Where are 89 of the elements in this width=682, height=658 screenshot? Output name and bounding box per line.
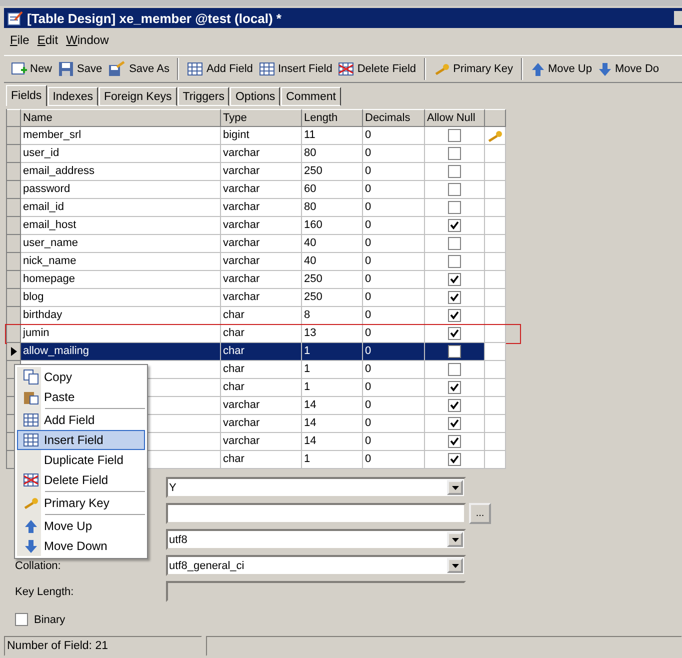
up-arrow-icon <box>530 62 545 76</box>
add-field-icon <box>23 412 39 428</box>
browse-button[interactable]: ... <box>469 503 491 524</box>
toolbar-button[interactable]: Move Do <box>595 62 662 76</box>
checkbox[interactable] <box>15 613 28 626</box>
down-arrow-icon <box>598 62 612 76</box>
menu-item[interactable]: Move Down <box>17 536 145 556</box>
dropdown-button[interactable] <box>447 532 463 547</box>
delete-field-icon <box>338 61 354 77</box>
table-cell: char <box>221 451 302 469</box>
toolbar-button[interactable]: Add Field <box>184 61 256 77</box>
dropdown-arrow-icon <box>452 564 458 568</box>
toolbar-button[interactable]: Insert Field <box>256 61 336 77</box>
checkbox[interactable] <box>448 381 461 394</box>
dropdown-arrow-icon <box>452 486 458 490</box>
column-header: Type <box>221 109 302 127</box>
toolbar-button[interactable]: Save <box>55 61 106 77</box>
paste-icon <box>23 389 39 405</box>
menu-item[interactable]: Move Up <box>17 516 145 536</box>
checkbox[interactable] <box>448 291 461 304</box>
dropdown-field[interactable]: utf8_general_ci <box>166 555 466 576</box>
checkbox[interactable] <box>448 147 461 160</box>
save-as-icon <box>108 61 126 77</box>
checkbox[interactable] <box>448 399 461 412</box>
insert-field-icon <box>258 61 275 77</box>
toolbar-button[interactable]: Primary Key <box>431 63 516 75</box>
current-row-icon <box>10 347 16 356</box>
input-field[interactable] <box>166 503 466 524</box>
insert-field-icon <box>23 432 39 448</box>
dropdown-button[interactable] <box>447 480 463 495</box>
tab[interactable]: Options <box>230 87 280 106</box>
down-arrow-icon <box>24 538 38 554</box>
checkbox[interactable] <box>448 453 461 466</box>
toolbar-button[interactable]: Save As <box>105 61 172 77</box>
status-text: Number of Field: 21 <box>4 636 202 656</box>
tab[interactable]: Comment <box>281 87 341 106</box>
toolbar-button[interactable]: New <box>8 61 56 77</box>
menu-item[interactable]: Add Field <box>17 410 145 430</box>
checkbox[interactable] <box>448 129 461 142</box>
dropdown-arrow-icon <box>452 538 458 542</box>
field-label: Collation: <box>15 560 62 572</box>
menu-item[interactable]: Duplicate Field <box>17 450 145 470</box>
tab[interactable]: Indexes <box>48 87 98 106</box>
table-cell: 0 <box>363 451 425 469</box>
toolbar-button[interactable]: Move Up <box>528 62 595 76</box>
row-header[interactable] <box>7 343 21 361</box>
checkbox[interactable] <box>448 183 461 196</box>
dropdown-field[interactable]: utf8 <box>166 529 466 550</box>
key-icon <box>487 130 503 142</box>
menu-item[interactable]: Insert Field <box>17 430 145 450</box>
menu-item[interactable]: Paste <box>17 387 145 407</box>
menu-item[interactable]: Primary Key <box>17 493 145 513</box>
checkbox-label: Binary <box>34 614 66 626</box>
table-design-icon <box>7 10 23 26</box>
dropdown-field[interactable]: Y <box>166 477 466 498</box>
menu-item[interactable]: Window <box>66 33 109 47</box>
checkbox[interactable] <box>448 273 461 286</box>
new-table-icon <box>11 61 27 77</box>
primary-key-icon <box>434 63 450 75</box>
menu-item[interactable]: Delete Field <box>17 470 145 490</box>
tab[interactable]: Triggers <box>178 87 230 106</box>
dropdown-button[interactable] <box>447 558 463 573</box>
toolbar-button[interactable]: Delete Field <box>335 61 420 77</box>
delete-field-icon <box>23 472 39 488</box>
checkbox[interactable] <box>448 309 461 322</box>
save-icon <box>58 61 74 77</box>
checkbox[interactable] <box>448 417 461 430</box>
checkbox[interactable] <box>448 435 461 448</box>
up-arrow-icon <box>24 518 38 534</box>
field-label: Key Length: <box>15 586 75 598</box>
checkbox[interactable] <box>448 201 461 214</box>
tab[interactable]: Foreign Keys <box>98 87 177 106</box>
checkbox[interactable] <box>448 255 461 268</box>
checkbox[interactable] <box>448 345 461 358</box>
table-cell: 1 <box>302 451 363 469</box>
checkbox[interactable] <box>448 327 461 340</box>
checkbox[interactable] <box>448 237 461 250</box>
tab[interactable]: Fields <box>6 85 47 106</box>
checkbox[interactable] <box>448 363 461 376</box>
menu-item[interactable]: Edit <box>37 33 58 47</box>
menu-item[interactable]: File <box>10 33 30 47</box>
checkbox[interactable] <box>448 219 461 232</box>
add-field-icon <box>187 61 204 77</box>
menu-item[interactable]: Copy <box>17 367 145 387</box>
window-title: [Table Design] xe_member @test (local) * <box>27 10 282 26</box>
primary-key-icon <box>23 497 39 509</box>
checkbox[interactable] <box>448 165 461 178</box>
column-header: Name <box>21 109 221 127</box>
copy-icon <box>23 369 39 385</box>
